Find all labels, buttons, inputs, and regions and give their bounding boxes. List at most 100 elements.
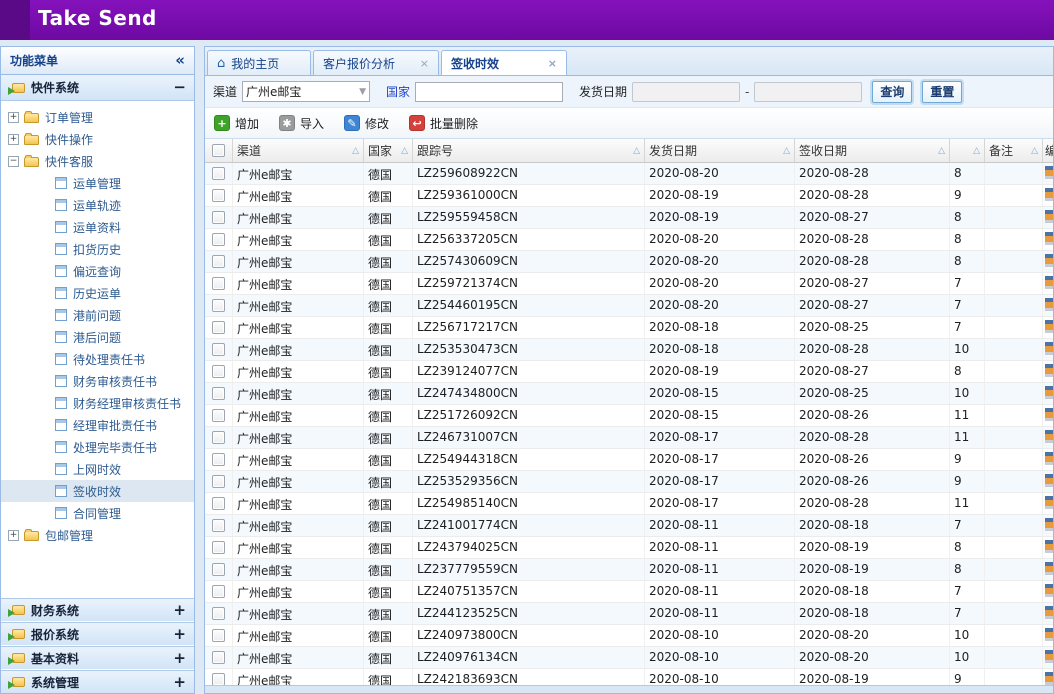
- row-action-icon[interactable]: [1045, 430, 1053, 443]
- row-action-icon[interactable]: [1045, 386, 1053, 399]
- ship-date-from-input[interactable]: [632, 82, 740, 102]
- row-action-icon[interactable]: [1045, 166, 1053, 179]
- tab-sign-receipt-aging[interactable]: 签收时效 ×: [441, 50, 567, 75]
- ship-date-to-input[interactable]: [754, 82, 862, 102]
- table-row[interactable]: 广州e邮宝 德国 LZ259608922CN 2020-08-20 2020-0…: [205, 163, 1053, 185]
- row-action-icon[interactable]: [1045, 298, 1053, 311]
- tree-item[interactable]: − 快件客服: [1, 150, 194, 172]
- row-action-icon[interactable]: [1045, 562, 1053, 575]
- panel-expand-icon[interactable]: +: [173, 651, 186, 666]
- select-all-checkbox[interactable]: [212, 144, 225, 157]
- row-checkbox[interactable]: [212, 453, 225, 466]
- row-checkbox[interactable]: [212, 497, 225, 510]
- row-checkbox[interactable]: [212, 189, 225, 202]
- row-checkbox[interactable]: [212, 475, 225, 488]
- tab-customer-quote-analysis[interactable]: 客户报价分析 ×: [313, 50, 439, 75]
- row-action-icon[interactable]: [1045, 452, 1053, 465]
- row-checkbox[interactable]: [212, 277, 225, 290]
- table-row[interactable]: 广州e邮宝 德国 LZ246731007CN 2020-08-17 2020-0…: [205, 427, 1053, 449]
- table-row[interactable]: 广州e邮宝 德国 LZ242183693CN 2020-08-10 2020-0…: [205, 669, 1053, 685]
- toolbar-button[interactable]: + 增加: [214, 115, 259, 132]
- row-checkbox[interactable]: [212, 585, 225, 598]
- row-checkbox[interactable]: [212, 365, 225, 378]
- tab-my-home[interactable]: ⌂ 我的主页: [207, 50, 311, 75]
- column-header-country[interactable]: 国家 △: [364, 139, 413, 162]
- tree-expand-icon[interactable]: +: [8, 112, 19, 123]
- table-row[interactable]: 广州e邮宝 德国 LZ254985140CN 2020-08-17 2020-0…: [205, 493, 1053, 515]
- reset-button[interactable]: 重置: [922, 81, 962, 103]
- panel-expand-icon[interactable]: +: [173, 675, 186, 690]
- toolbar-button[interactable]: ↩ 批量删除: [409, 115, 478, 132]
- row-action-icon[interactable]: [1045, 320, 1053, 333]
- row-checkbox[interactable]: [212, 167, 225, 180]
- table-row[interactable]: 广州e邮宝 德国 LZ241001774CN 2020-08-11 2020-0…: [205, 515, 1053, 537]
- table-row[interactable]: 广州e邮宝 德国 LZ240973800CN 2020-08-10 2020-0…: [205, 625, 1053, 647]
- row-checkbox[interactable]: [212, 211, 225, 224]
- toolbar-button[interactable]: ✎ 修改: [344, 115, 389, 132]
- row-action-icon[interactable]: [1045, 650, 1053, 663]
- row-action-icon[interactable]: [1045, 364, 1053, 377]
- row-checkbox[interactable]: [212, 321, 225, 334]
- row-action-icon[interactable]: [1045, 408, 1053, 421]
- tree-item[interactable]: 上网时效: [1, 458, 194, 480]
- row-action-icon[interactable]: [1045, 518, 1053, 531]
- row-checkbox[interactable]: [212, 673, 225, 685]
- tree-item[interactable]: 港后问题: [1, 326, 194, 348]
- country-input[interactable]: [415, 82, 563, 102]
- column-header-ship-date[interactable]: 发货日期 △: [645, 139, 795, 162]
- row-checkbox[interactable]: [212, 607, 225, 620]
- row-action-icon[interactable]: [1045, 672, 1053, 685]
- row-checkbox[interactable]: [212, 651, 225, 664]
- table-row[interactable]: 广州e邮宝 德国 LZ240751357CN 2020-08-11 2020-0…: [205, 581, 1053, 603]
- row-checkbox[interactable]: [212, 387, 225, 400]
- toolbar-button[interactable]: ✱ 导入: [279, 115, 324, 132]
- column-header-sign-date[interactable]: 签收日期 △: [795, 139, 950, 162]
- panel-collapse-icon[interactable]: −: [173, 80, 186, 95]
- tree-item[interactable]: 合同管理: [1, 502, 194, 524]
- accordion-panel-header[interactable]: 报价系统 +: [1, 622, 194, 645]
- column-header-days[interactable]: △: [950, 139, 985, 162]
- channel-select[interactable]: 广州e邮宝 ▼: [242, 81, 370, 102]
- accordion-panel-header[interactable]: 系统管理 +: [1, 670, 194, 693]
- row-checkbox[interactable]: [212, 343, 225, 356]
- row-checkbox[interactable]: [212, 409, 225, 422]
- table-row[interactable]: 广州e邮宝 德国 LZ251726092CN 2020-08-15 2020-0…: [205, 405, 1053, 427]
- tree-item[interactable]: 待处理责任书: [1, 348, 194, 370]
- row-action-icon[interactable]: [1045, 188, 1053, 201]
- tree-item[interactable]: 港前问题: [1, 304, 194, 326]
- tree-item[interactable]: 扣货历史: [1, 238, 194, 260]
- table-row[interactable]: 广州e邮宝 德国 LZ240976134CN 2020-08-10 2020-0…: [205, 647, 1053, 669]
- tree-expand-icon[interactable]: +: [8, 134, 19, 145]
- tree-item[interactable]: + 订单管理: [1, 106, 194, 128]
- accordion-panel-header[interactable]: 基本资料 +: [1, 646, 194, 669]
- row-action-icon[interactable]: [1045, 342, 1053, 355]
- table-row[interactable]: 广州e邮宝 德国 LZ254944318CN 2020-08-17 2020-0…: [205, 449, 1053, 471]
- horizontal-scrollbar[interactable]: [205, 685, 1053, 693]
- tree-item[interactable]: 财务审核责任书: [1, 370, 194, 392]
- panel-expand-icon[interactable]: +: [173, 627, 186, 642]
- accordion-panel-header[interactable]: 财务系统 +: [1, 598, 194, 621]
- tree-item[interactable]: 运单管理: [1, 172, 194, 194]
- row-checkbox[interactable]: [212, 233, 225, 246]
- tree-item[interactable]: + 包邮管理: [1, 524, 194, 546]
- table-row[interactable]: 广州e邮宝 德国 LZ254460195CN 2020-08-20 2020-0…: [205, 295, 1053, 317]
- table-row[interactable]: 广州e邮宝 德国 LZ259361000CN 2020-08-19 2020-0…: [205, 185, 1053, 207]
- row-action-icon[interactable]: [1045, 276, 1053, 289]
- table-row[interactable]: 广州e邮宝 德国 LZ256337205CN 2020-08-20 2020-0…: [205, 229, 1053, 251]
- row-checkbox[interactable]: [212, 255, 225, 268]
- row-action-icon[interactable]: [1045, 254, 1053, 267]
- row-checkbox[interactable]: [212, 519, 225, 532]
- tree-item[interactable]: 偏远查询: [1, 260, 194, 282]
- tree-item[interactable]: 运单轨迹: [1, 194, 194, 216]
- row-checkbox[interactable]: [212, 431, 225, 444]
- row-action-icon[interactable]: [1045, 232, 1053, 245]
- table-row[interactable]: 广州e邮宝 德国 LZ253530473CN 2020-08-18 2020-0…: [205, 339, 1053, 361]
- tab-close-icon[interactable]: ×: [548, 58, 557, 69]
- table-row[interactable]: 广州e邮宝 德国 LZ243794025CN 2020-08-11 2020-0…: [205, 537, 1053, 559]
- row-action-icon[interactable]: [1045, 210, 1053, 223]
- table-row[interactable]: 广州e邮宝 德国 LZ239124077CN 2020-08-19 2020-0…: [205, 361, 1053, 383]
- tree-item[interactable]: 历史运单: [1, 282, 194, 304]
- tree-item[interactable]: + 快件操作: [1, 128, 194, 150]
- row-checkbox[interactable]: [212, 629, 225, 642]
- column-header-clipped[interactable]: 编辑: [1043, 139, 1053, 162]
